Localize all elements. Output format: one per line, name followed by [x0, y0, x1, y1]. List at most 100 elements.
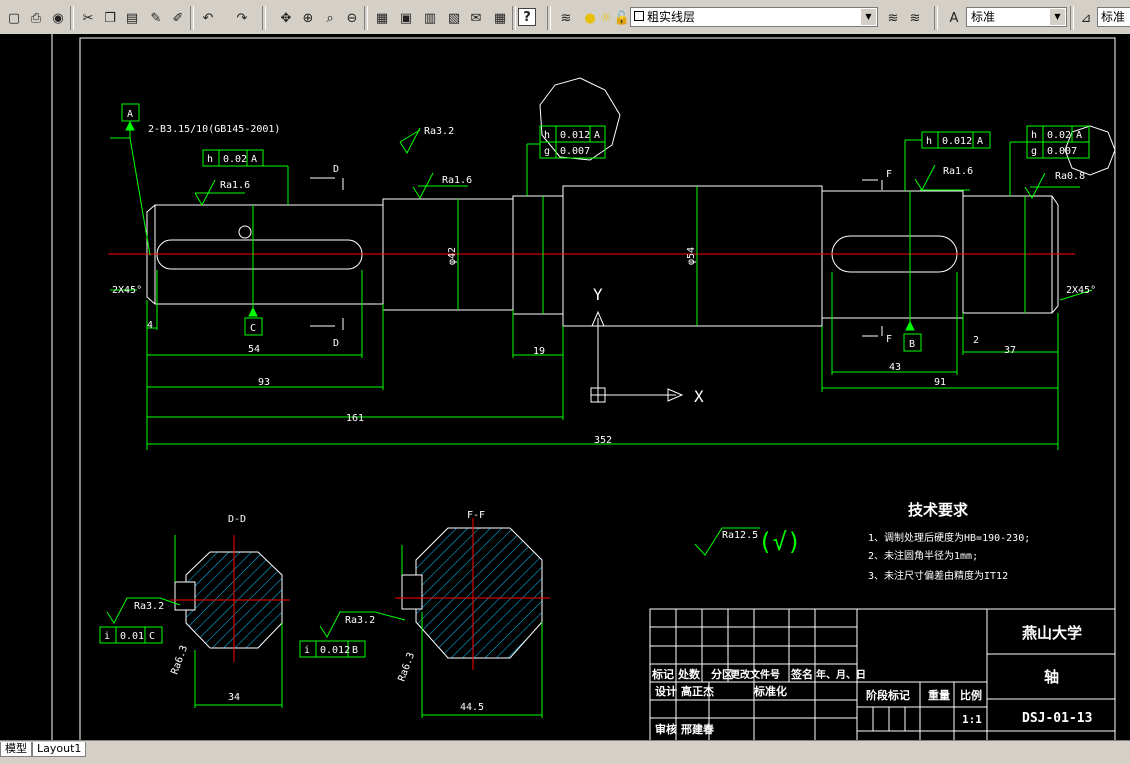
text-style-icon[interactable]: A	[944, 8, 964, 28]
dd-dim-34: 34	[228, 692, 240, 703]
zoom-realtime-icon[interactable]: ⊕	[298, 8, 318, 28]
ra32-top: Ra3.2	[424, 126, 454, 137]
layer-previous-icon[interactable]: ≋	[905, 8, 925, 28]
dd-tol-sym: i	[104, 631, 110, 642]
ra16-right: Ra1.6	[943, 166, 973, 177]
sheetset-icon[interactable]: ▧	[444, 8, 464, 28]
ra16-left: Ra1.6	[220, 180, 250, 191]
tb-scale: 1:1	[962, 713, 982, 726]
properties-icon[interactable]: ▦	[372, 8, 392, 28]
tb-design: 设计	[655, 684, 677, 698]
tab-layout1[interactable]: Layout1	[32, 742, 87, 757]
tb-checker: 邢建春	[680, 722, 715, 736]
tech-item-2: 2、未注圆角半径为1mm;	[868, 549, 978, 562]
roughness-symbols	[194, 127, 1046, 556]
toolbar-separator	[934, 6, 938, 30]
markup-icon[interactable]: ✉	[466, 8, 486, 28]
tol-r1-ref: A	[977, 136, 983, 147]
calc-icon[interactable]: ▦	[490, 8, 510, 28]
section-ff-title: F-F	[467, 510, 485, 521]
ff-dim-44-5: 44.5	[460, 702, 484, 713]
section-f-top: F	[886, 169, 892, 180]
layout-tabs-bar: 模型 Layout1	[0, 740, 1130, 764]
dd-ra32: Ra3.2	[134, 601, 164, 612]
tb-standard: 标准化	[753, 684, 787, 698]
tol-r2-ref: A	[1076, 130, 1082, 141]
dim-style-icon[interactable]: ⊿	[1076, 8, 1096, 28]
ra125-paren: (√)	[758, 528, 801, 556]
brush-icon[interactable]: ✐	[168, 8, 188, 28]
toolbar-separator	[190, 6, 194, 30]
section-f-bottom: F	[886, 334, 892, 345]
ff-tol-val: 0.012	[320, 645, 350, 656]
dim-93: 93	[258, 377, 270, 388]
toolbar-separator	[512, 6, 516, 30]
layer-manager-icon[interactable]: ≋	[556, 8, 576, 28]
chevron-down-icon[interactable]: ▼	[1050, 9, 1065, 25]
zoom-window-icon[interactable]: ⌕	[320, 8, 340, 28]
shaft-outline	[146, 185, 1059, 327]
ra08: Ra0.8	[1055, 171, 1085, 182]
layer-combo[interactable]: 粗实线层 ▼	[630, 7, 878, 27]
zoom-previous-icon[interactable]: ⊖	[342, 8, 362, 28]
tech-title: 技术要求	[908, 501, 969, 519]
tech-item-1: 1、调制处理后硬度为HB=190-230;	[868, 531, 1030, 544]
dim-37: 37	[1004, 345, 1016, 356]
tb-h-sign: 签名	[790, 667, 813, 681]
tol-left-ref: A	[251, 154, 257, 165]
section-d-bottom: D	[333, 338, 339, 349]
layer-combo-value: 粗实线层	[647, 10, 696, 24]
pan-icon[interactable]: ✥	[276, 8, 296, 28]
chamfer-right: 2X45°	[1066, 285, 1096, 296]
help-icon[interactable]: ?	[518, 8, 536, 26]
matchprop-icon[interactable]: ✎	[146, 8, 166, 28]
center-hole-note: 2-B3.15/10(GB145-2001)	[148, 124, 280, 135]
chevron-down-icon[interactable]: ▼	[861, 9, 876, 25]
datum-c-label: C	[250, 323, 256, 334]
ff-ra63: Ra6.3	[396, 651, 417, 683]
tab-model[interactable]: 模型	[0, 742, 32, 757]
paste-icon[interactable]: ▤	[122, 8, 142, 28]
tol-r1-sym: h	[926, 136, 932, 147]
undo-icon[interactable]: ↶	[198, 8, 218, 28]
open-icon[interactable]: ▢	[4, 8, 24, 28]
tb-designer: 高正杰	[681, 684, 714, 698]
layer-lock-icon[interactable]: 🔓	[612, 8, 632, 28]
datum-b-label: B	[909, 339, 915, 350]
tol-r2-g-val: 0.007	[1047, 146, 1077, 157]
dim-style-combo[interactable]: 标准	[1097, 7, 1130, 27]
designcenter-icon[interactable]: ▣	[396, 8, 416, 28]
toolpalette-icon[interactable]: ▥	[420, 8, 440, 28]
drawing-canvas[interactable]: A C B h 0.02 A h 0.012 A g 0.007 h 0.012…	[0, 34, 1130, 740]
section-marks	[310, 177, 883, 337]
tol-r1-val: 0.012	[942, 136, 972, 147]
preview-icon[interactable]: ◉	[48, 8, 68, 28]
tb-drawing-no: DSJ-01-13	[1022, 711, 1092, 726]
dim-91: 91	[934, 377, 946, 388]
ucs-x-label: X	[694, 387, 704, 406]
section-dd-title: D-D	[228, 514, 246, 525]
make-current-layer-icon[interactable]: ≋	[883, 8, 903, 28]
cut-icon[interactable]: ✂	[78, 8, 98, 28]
dim-352: 352	[594, 435, 612, 446]
tol-r2-g-sym: g	[1031, 146, 1037, 157]
ucs-y-label: Y	[593, 285, 603, 304]
toolbar-separator	[1070, 6, 1074, 30]
toolbar-separator	[70, 6, 74, 30]
dd-tol-val: 0.01	[120, 631, 144, 642]
tol-mid-g-sym: g	[544, 146, 550, 157]
toolbar-separator	[364, 6, 368, 30]
keyway-ff	[401, 574, 423, 610]
toolbar-separator	[262, 6, 266, 30]
tol-mid-val: 0.012	[560, 130, 590, 141]
ff-ra32: Ra3.2	[345, 615, 375, 626]
tb-ratio: 比例	[960, 688, 982, 702]
tb-h-count: 处数	[677, 667, 701, 681]
plot-icon[interactable]: ⎙	[26, 8, 46, 28]
redo-icon[interactable]: ↷	[232, 8, 252, 28]
drawing-svg: A C B h 0.02 A h 0.012 A g 0.007 h 0.012…	[51, 34, 1116, 740]
text-style-combo[interactable]: 标准 ▼	[966, 7, 1067, 27]
copy-icon[interactable]: ❐	[100, 8, 120, 28]
tb-weight: 重量	[928, 688, 950, 702]
dim-phi42: φ42	[447, 247, 458, 265]
